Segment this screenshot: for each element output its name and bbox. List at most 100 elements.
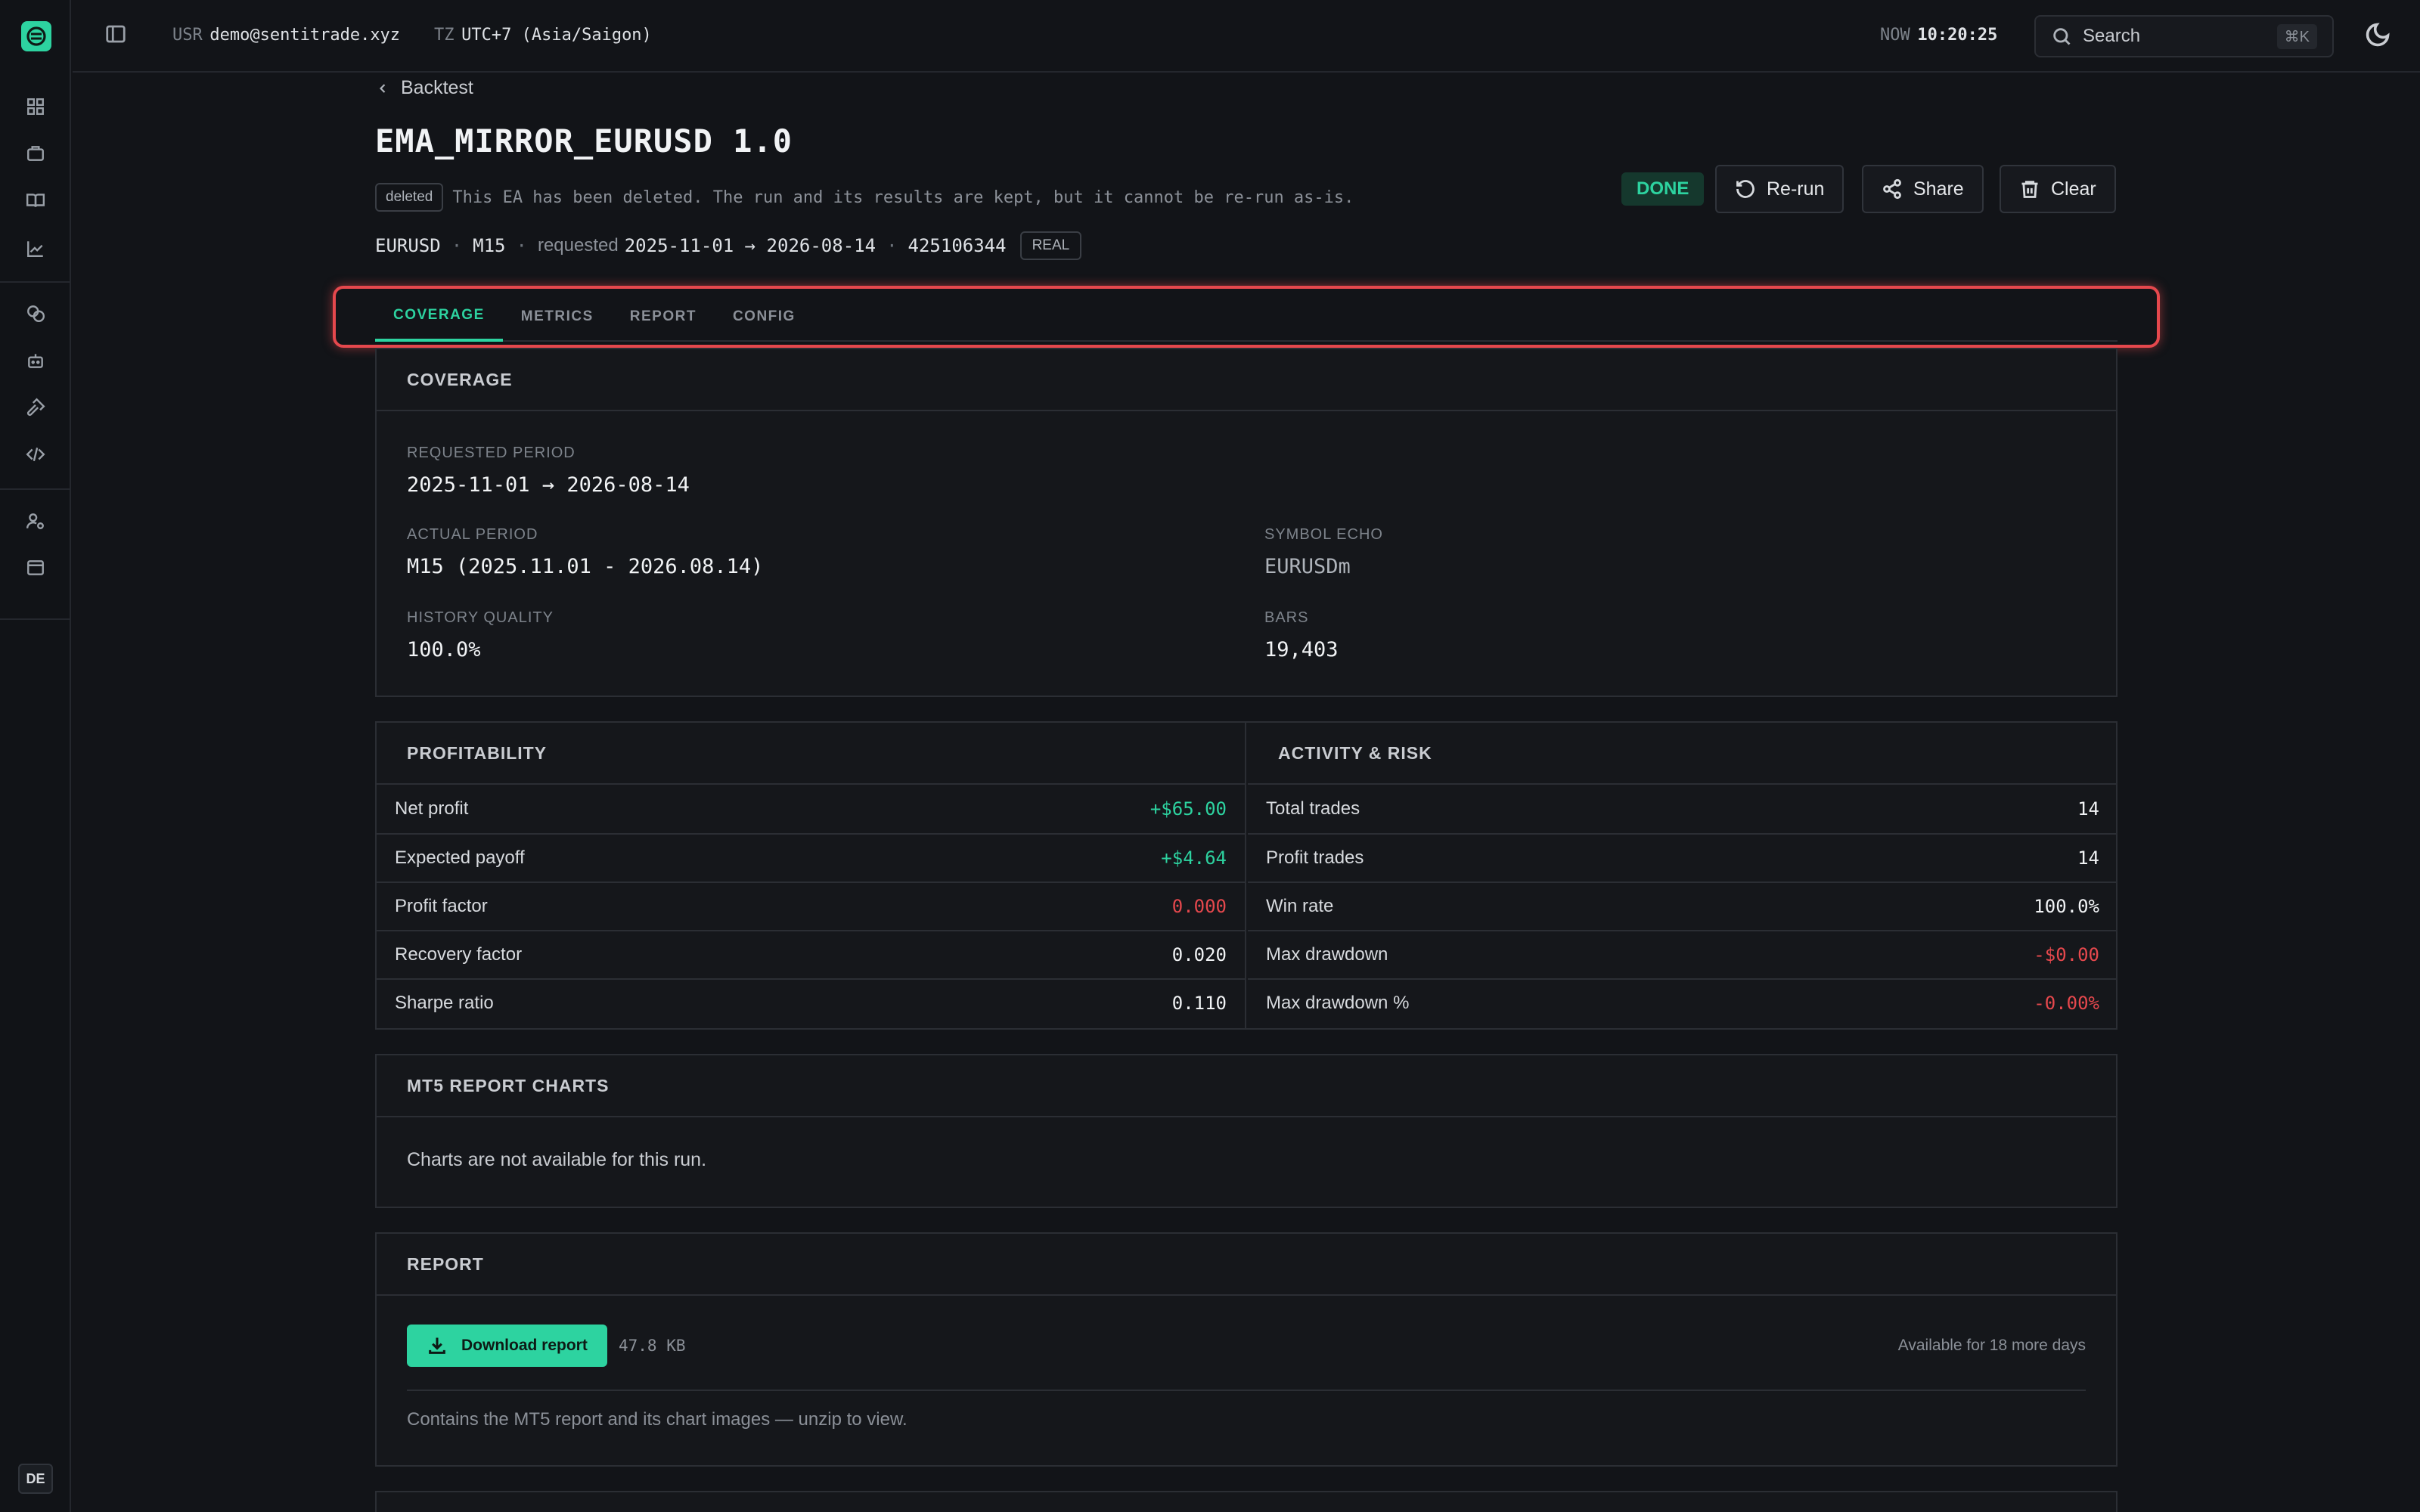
profitability-metric-value: +$65.00 xyxy=(1150,798,1227,820)
profitability-metric-value: 0.110 xyxy=(1171,993,1227,1014)
sidebar-toggle-icon[interactable] xyxy=(104,23,127,49)
activity-metric-value: 100.0% xyxy=(2034,896,2099,917)
activity-row: Win rate 100.0% xyxy=(1248,881,2118,930)
symbol-echo-label: SYMBOL ECHO xyxy=(1264,526,1383,543)
timeframe: M15 xyxy=(473,235,506,256)
requested-period-value: 2025-11-01 → 2026-08-14 xyxy=(407,473,690,497)
user-label: USR xyxy=(172,26,203,45)
clear-label: Clear xyxy=(2051,178,2096,200)
search-placeholder: Search xyxy=(2083,26,2141,46)
clock-label: NOW xyxy=(1880,26,1910,45)
profitability-row: Net profit +$65.00 xyxy=(377,785,1245,833)
breadcrumb[interactable]: Backtest xyxy=(375,77,473,99)
profitability-metric-label: Sharpe ratio xyxy=(395,993,494,1013)
clear-button[interactable]: Clear xyxy=(2000,165,2116,213)
activity-row: Max drawdown -$0.00 xyxy=(1248,930,2118,978)
app-logo[interactable] xyxy=(21,21,51,51)
rerun-button[interactable]: Re-run xyxy=(1715,165,1844,213)
activity-metric-label: Max drawdown xyxy=(1266,944,1388,965)
language-badge[interactable]: DE xyxy=(18,1464,53,1494)
bars-value: 19,403 xyxy=(1264,638,1339,662)
report-card: REPORT Download report 47.8 KB Available… xyxy=(375,1232,2118,1467)
share-label: Share xyxy=(1913,178,1964,200)
report-divider xyxy=(407,1390,2086,1391)
charts-empty-message: Charts are not available for this run. xyxy=(407,1149,707,1170)
trash-icon xyxy=(2021,181,2038,198)
profitability-heading: PROFITABILITY xyxy=(377,723,1245,785)
profitability-row: Sharpe ratio 0.110 xyxy=(377,978,1245,1027)
requested-period-label: REQUESTED PERIOD xyxy=(407,445,576,461)
clock: NOW 10:20:25 xyxy=(1880,26,1997,45)
code-icon[interactable] xyxy=(23,442,48,467)
robot-icon[interactable] xyxy=(23,348,48,373)
bars-label: BARS xyxy=(1264,609,1309,626)
book-icon[interactable] xyxy=(23,187,48,213)
page-title: EMA_MIRROR_EURUSD 1.0 xyxy=(375,122,793,160)
profitability-row: Recovery factor 0.020 xyxy=(377,930,1245,978)
next-card xyxy=(375,1491,2118,1512)
archive-icon[interactable] xyxy=(23,555,48,581)
actual-period-label: ACTUAL PERIOD xyxy=(407,526,538,543)
download-report-label: Download report xyxy=(461,1337,588,1354)
charts-card: MT5 REPORT CHARTS Charts are not availab… xyxy=(375,1054,2118,1208)
deleted-notice-text: This EA has been deleted. The run and it… xyxy=(452,187,1354,207)
activity-metric-value: 14 xyxy=(2077,798,2099,820)
timezone-label: TZ xyxy=(434,26,455,45)
share-button[interactable]: Share xyxy=(1862,165,1984,213)
refresh-icon xyxy=(1736,180,1754,198)
user-cog-icon[interactable] xyxy=(23,508,48,534)
report-heading: REPORT xyxy=(377,1234,2116,1296)
deleted-notice: deleted This EA has been deleted. The ru… xyxy=(375,183,1354,212)
account-type-badge: REAL xyxy=(1019,231,1082,260)
activity-panel: ACTIVITY & RISK Total trades 14 Profit tra… xyxy=(1248,723,2118,1028)
tab-report[interactable]: REPORT xyxy=(612,292,715,342)
briefcase-icon[interactable] xyxy=(23,141,48,166)
symbol-echo-value: EURUSDm xyxy=(1264,555,1351,578)
sidebar: DE xyxy=(0,0,71,1512)
dashboard-icon[interactable] xyxy=(23,94,48,119)
report-availability: Available for 18 more days xyxy=(1897,1337,2086,1354)
top-bar: USR demo@sentitrade.xyz TZ UTC+7 (Asia/S… xyxy=(73,0,2420,73)
chart-line-icon[interactable] xyxy=(23,236,48,262)
activity-row: Total trades 14 xyxy=(1248,785,2118,833)
activity-metric-label: Total trades xyxy=(1266,798,1360,819)
profitability-metric-label: Expected payoff xyxy=(395,847,525,868)
profitability-metric-value: +$4.64 xyxy=(1161,847,1227,869)
profitability-metric-value: 0.020 xyxy=(1171,944,1227,965)
tab-metrics[interactable]: METRICS xyxy=(503,292,612,342)
activity-metric-label: Max drawdown % xyxy=(1266,993,1410,1013)
activity-metric-value: -0.00% xyxy=(2034,993,2099,1014)
search-shortcut: ⌘K xyxy=(2276,23,2317,49)
deleted-badge: deleted xyxy=(375,183,444,212)
history-quality-value: 100.0% xyxy=(407,638,481,662)
search-icon xyxy=(2053,28,2071,45)
activity-metric-label: Win rate xyxy=(1266,896,1334,916)
tab-config[interactable]: CONFIG xyxy=(715,292,814,342)
report-size: 47.8 KB xyxy=(619,1337,686,1355)
tab-coverage[interactable]: COVERAGE xyxy=(375,292,503,342)
tab-bar: COVERAGE METRICS REPORT CONFIG xyxy=(375,292,2118,342)
timezone-value: UTC+7 (Asia/Saigon) xyxy=(461,26,652,45)
profitability-row: Profit factor 0.000 xyxy=(377,881,1245,930)
run-meta: EURUSD · M15 · requested 2025-11-01 → 20… xyxy=(375,231,1082,260)
timezone-indicator: TZ UTC+7 (Asia/Saigon) xyxy=(434,26,652,45)
chevron-left-icon xyxy=(379,83,386,93)
profitability-row: Expected payoff +$4.64 xyxy=(377,833,1245,881)
hammer-icon[interactable] xyxy=(23,395,48,420)
search-box[interactable]: Search ⌘K xyxy=(2034,15,2334,57)
symbol: EURUSD xyxy=(375,235,441,256)
requested-label: requested xyxy=(537,235,619,256)
status-badge: DONE xyxy=(1621,172,1705,206)
profitability-metric-label: Net profit xyxy=(395,798,469,819)
rerun-label: Re-run xyxy=(1767,178,1825,200)
profitability-metric-label: Recovery factor xyxy=(395,944,523,965)
download-report-button[interactable]: Download report xyxy=(407,1325,607,1367)
activity-heading: ACTIVITY & RISK xyxy=(1248,723,2118,785)
user-indicator: USR demo@sentitrade.xyz xyxy=(172,26,400,45)
requested-range: 2025-11-01 → 2026-08-14 xyxy=(624,235,876,256)
coins-icon[interactable] xyxy=(23,301,48,327)
charts-heading: MT5 REPORT CHARTS xyxy=(377,1055,2116,1117)
profitability-metric-label: Profit factor xyxy=(395,896,488,916)
moon-icon[interactable] xyxy=(2364,21,2391,52)
profitability-metric-value: 0.000 xyxy=(1171,896,1227,917)
